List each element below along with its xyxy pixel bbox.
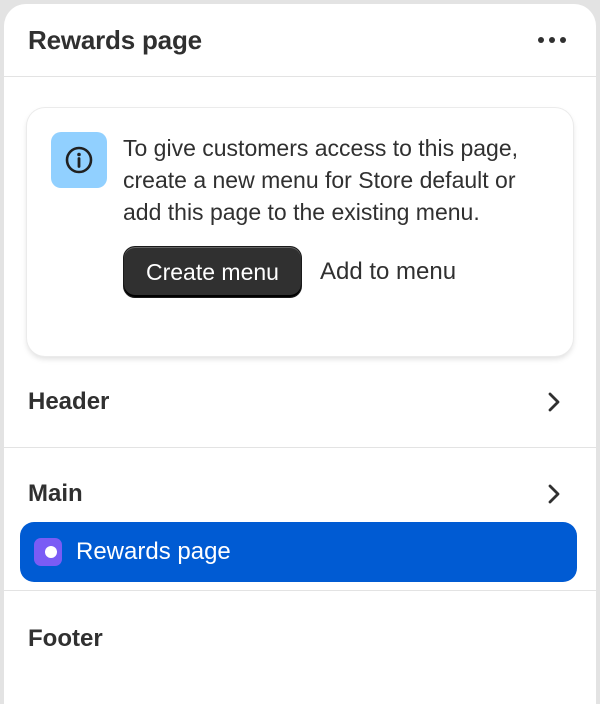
editor-panel: Rewards page To give customers access to… [4,4,596,704]
section-header[interactable]: Header [4,356,596,448]
section-main-label: Main [28,480,83,507]
info-banner: To give customers access to this page, c… [27,108,573,356]
chevron-right-icon [544,392,564,412]
create-menu-button[interactable]: Create menu [123,246,302,298]
more-horizontal-icon [538,37,566,43]
panel-title: Rewards page [28,24,202,55]
toggle-knob [45,546,57,558]
toggle-icon [34,538,62,566]
section-footer[interactable]: Footer [4,591,596,687]
section-footer-label: Footer [28,625,103,652]
banner-message: To give customers access to this page, c… [123,135,519,225]
banner-actions: Create menu Add to menu [123,246,549,298]
panel-header: Rewards page [4,4,596,77]
banner-body: To give customers access to this page, c… [123,132,549,298]
section-item-rewards-page[interactable]: Rewards page [20,522,577,582]
section-main-block: Main Rewards page [4,448,596,591]
section-item-label: Rewards page [76,538,231,565]
more-actions-button[interactable] [532,20,572,60]
add-to-menu-button[interactable]: Add to menu [320,258,456,286]
info-icon [65,146,93,174]
chevron-right-icon [544,484,564,504]
banner-wrapper: To give customers access to this page, c… [4,77,596,356]
info-icon-container [51,132,107,188]
section-header-label: Header [28,387,110,415]
